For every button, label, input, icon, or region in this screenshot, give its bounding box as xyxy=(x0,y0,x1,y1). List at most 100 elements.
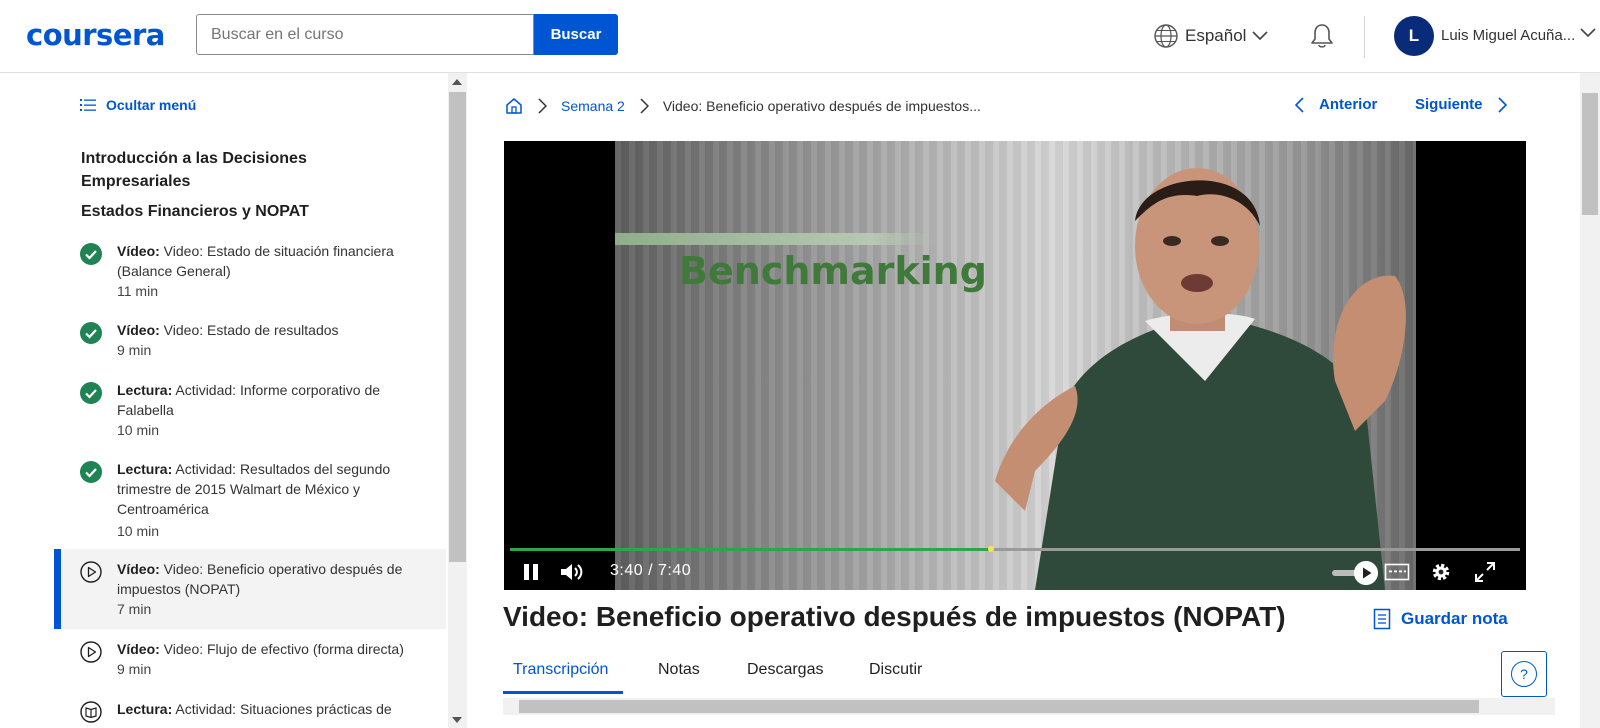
item-duration: 7 min xyxy=(117,601,152,617)
breadcrumb-current: Video: Beneficio operativo después de im… xyxy=(662,98,981,114)
play-circle-icon xyxy=(80,561,102,583)
item-type: Lectura: xyxy=(117,461,173,477)
item-duration: 9 min xyxy=(117,661,152,677)
sidebar-item-falabella[interactable]: Lectura: Actividad: Informe corporativo … xyxy=(54,372,446,442)
active-tab-underline xyxy=(503,691,623,694)
scroll-down-arrow-icon[interactable] xyxy=(452,717,462,723)
chevron-down-icon[interactable] xyxy=(1580,28,1596,38)
previous-button[interactable]: Anterior xyxy=(1295,96,1377,113)
check-circle-icon xyxy=(80,243,102,265)
item-type: Lectura: xyxy=(117,382,173,398)
section-title: Estados Financieros y NOPAT xyxy=(81,203,309,220)
captions-icon[interactable] xyxy=(1384,561,1410,583)
course-title: Introducción a las Decisiones Empresaria… xyxy=(81,150,307,190)
item-type: Vídeo: xyxy=(117,641,160,657)
presenter-figure xyxy=(995,168,1406,590)
progress-knob[interactable] xyxy=(987,546,994,552)
header-divider xyxy=(1364,16,1365,58)
item-title: Video: Estado de resultados xyxy=(163,322,339,338)
avatar[interactable]: L xyxy=(1394,16,1434,56)
chevron-down-icon xyxy=(1252,31,1269,41)
progress-played xyxy=(510,548,991,551)
item-duration: 9 min xyxy=(117,342,152,358)
top-header: coursera Buscar Español L Luis Miguel Ac… xyxy=(0,0,1600,73)
caption-band xyxy=(615,233,935,245)
scroll-up-arrow-icon[interactable] xyxy=(452,79,462,85)
sidebar-scrollbar-thumb[interactable] xyxy=(449,92,466,562)
item-duration: 10 min xyxy=(117,523,160,539)
chevron-right-icon xyxy=(1497,96,1507,113)
help-button[interactable]: ? xyxy=(1501,651,1547,697)
sidebar-item-text: Lectura: Actividad: Situaciones práctica… xyxy=(117,699,417,719)
course-sidebar: Ocultar menú Introducción a las Decision… xyxy=(0,73,467,728)
check-circle-icon xyxy=(80,461,102,483)
play-speed-icon[interactable] xyxy=(1354,561,1378,585)
sidebar-item-text: Lectura: Actividad: Resultados del segun… xyxy=(117,459,417,519)
breadcrumb: Semana 2 Video: Beneficio operativo desp… xyxy=(505,97,981,115)
play-circle-icon xyxy=(80,641,102,663)
chevron-right-icon xyxy=(640,98,649,114)
tab-transcripcion[interactable]: Transcripción xyxy=(513,661,608,679)
video-title: Video: Beneficio operativo después de im… xyxy=(503,601,1286,632)
home-icon[interactable] xyxy=(505,97,523,115)
check-circle-icon xyxy=(80,382,102,404)
tab-discutir[interactable]: Discutir xyxy=(869,661,922,679)
book-icon xyxy=(80,701,102,723)
sidebar-item-text: Vídeo: Video: Estado de situación financ… xyxy=(117,241,417,281)
time-separator: / xyxy=(648,562,654,579)
coursera-logo[interactable]: coursera xyxy=(26,18,165,52)
sidebar-item-text: Vídeo: Video: Flujo de efectivo (forma d… xyxy=(117,639,417,659)
sidebar-item-flujo-efectivo[interactable]: Vídeo: Video: Flujo de efectivo (forma d… xyxy=(54,631,446,685)
pause-icon[interactable] xyxy=(520,561,542,583)
main-content: Semana 2 Video: Beneficio operativo desp… xyxy=(467,73,1580,728)
sidebar-item-situaciones-practicas[interactable]: Lectura: Actividad: Situaciones práctica… xyxy=(54,691,446,728)
language-selector[interactable]: Español xyxy=(1153,22,1269,50)
item-title: Actividad: Situaciones prácticas de xyxy=(175,701,392,717)
horizontal-scrollbar-thumb[interactable] xyxy=(519,700,1479,713)
active-indicator xyxy=(54,549,61,629)
sidebar-item-nopat[interactable]: Vídeo: Video: Beneficio operativo despué… xyxy=(54,549,446,629)
previous-label: Anterior xyxy=(1319,96,1378,113)
item-type: Vídeo: xyxy=(117,243,160,259)
total-time: 7:40 xyxy=(658,562,692,579)
sidebar-item-estado-resultados[interactable]: Vídeo: Video: Estado de resultados 9 min xyxy=(54,312,446,366)
sidebar-item-text: Lectura: Actividad: Informe corporativo … xyxy=(117,380,417,420)
volume-icon[interactable] xyxy=(559,561,585,583)
tab-descargas[interactable]: Descargas xyxy=(747,661,823,679)
globe-icon xyxy=(1154,24,1178,48)
item-type: Lectura: xyxy=(117,701,173,717)
sidebar-item-text: Vídeo: Video: Beneficio operativo despué… xyxy=(117,559,417,599)
hide-menu-label: Ocultar menú xyxy=(106,97,197,113)
video-frame: Benchmarking xyxy=(615,141,1416,590)
hide-menu-button[interactable]: Ocultar menú xyxy=(80,97,196,113)
search-input[interactable] xyxy=(196,14,534,55)
next-label: Siguiente xyxy=(1415,96,1483,113)
language-label: Español xyxy=(1185,26,1247,45)
sidebar-item-estado-situacion[interactable]: Vídeo: Video: Estado de situación financ… xyxy=(54,233,446,303)
question-icon: ? xyxy=(1511,661,1537,687)
item-title: Video: Flujo de efectivo (forma directa) xyxy=(163,641,404,657)
sidebar-item-walmart[interactable]: Lectura: Actividad: Resultados del segun… xyxy=(54,451,446,545)
item-type: Vídeo: xyxy=(117,561,160,577)
settings-gear-icon[interactable] xyxy=(1430,561,1452,583)
page-scrollbar-thumb[interactable] xyxy=(1582,93,1598,215)
search-button[interactable]: Buscar xyxy=(534,14,618,55)
current-time: 3:40 xyxy=(610,562,644,579)
player-controls: 3:40 / 7:40 xyxy=(504,553,1526,590)
fullscreen-icon[interactable] xyxy=(1474,561,1496,583)
chevron-right-icon xyxy=(538,98,547,114)
item-type: Vídeo: xyxy=(117,322,160,338)
save-note-button[interactable]: Guardar nota xyxy=(1373,608,1508,630)
chevron-left-icon xyxy=(1295,96,1304,113)
user-name[interactable]: Luis Miguel Acuña... xyxy=(1441,27,1575,44)
sidebar-item-text: Vídeo: Video: Estado de resultados xyxy=(117,320,417,340)
video-player[interactable]: Benchmarking 3:40 / 7:40 xyxy=(504,141,1526,590)
item-title: Video: Beneficio operativo después de im… xyxy=(117,561,403,597)
note-icon xyxy=(1373,608,1391,630)
breadcrumb-week[interactable]: Semana 2 xyxy=(561,98,625,114)
bell-icon[interactable] xyxy=(1307,21,1337,51)
tab-notas[interactable]: Notas xyxy=(658,661,700,679)
item-duration: 10 min xyxy=(117,422,160,438)
list-icon xyxy=(80,99,96,111)
next-button[interactable]: Siguiente xyxy=(1415,96,1507,113)
